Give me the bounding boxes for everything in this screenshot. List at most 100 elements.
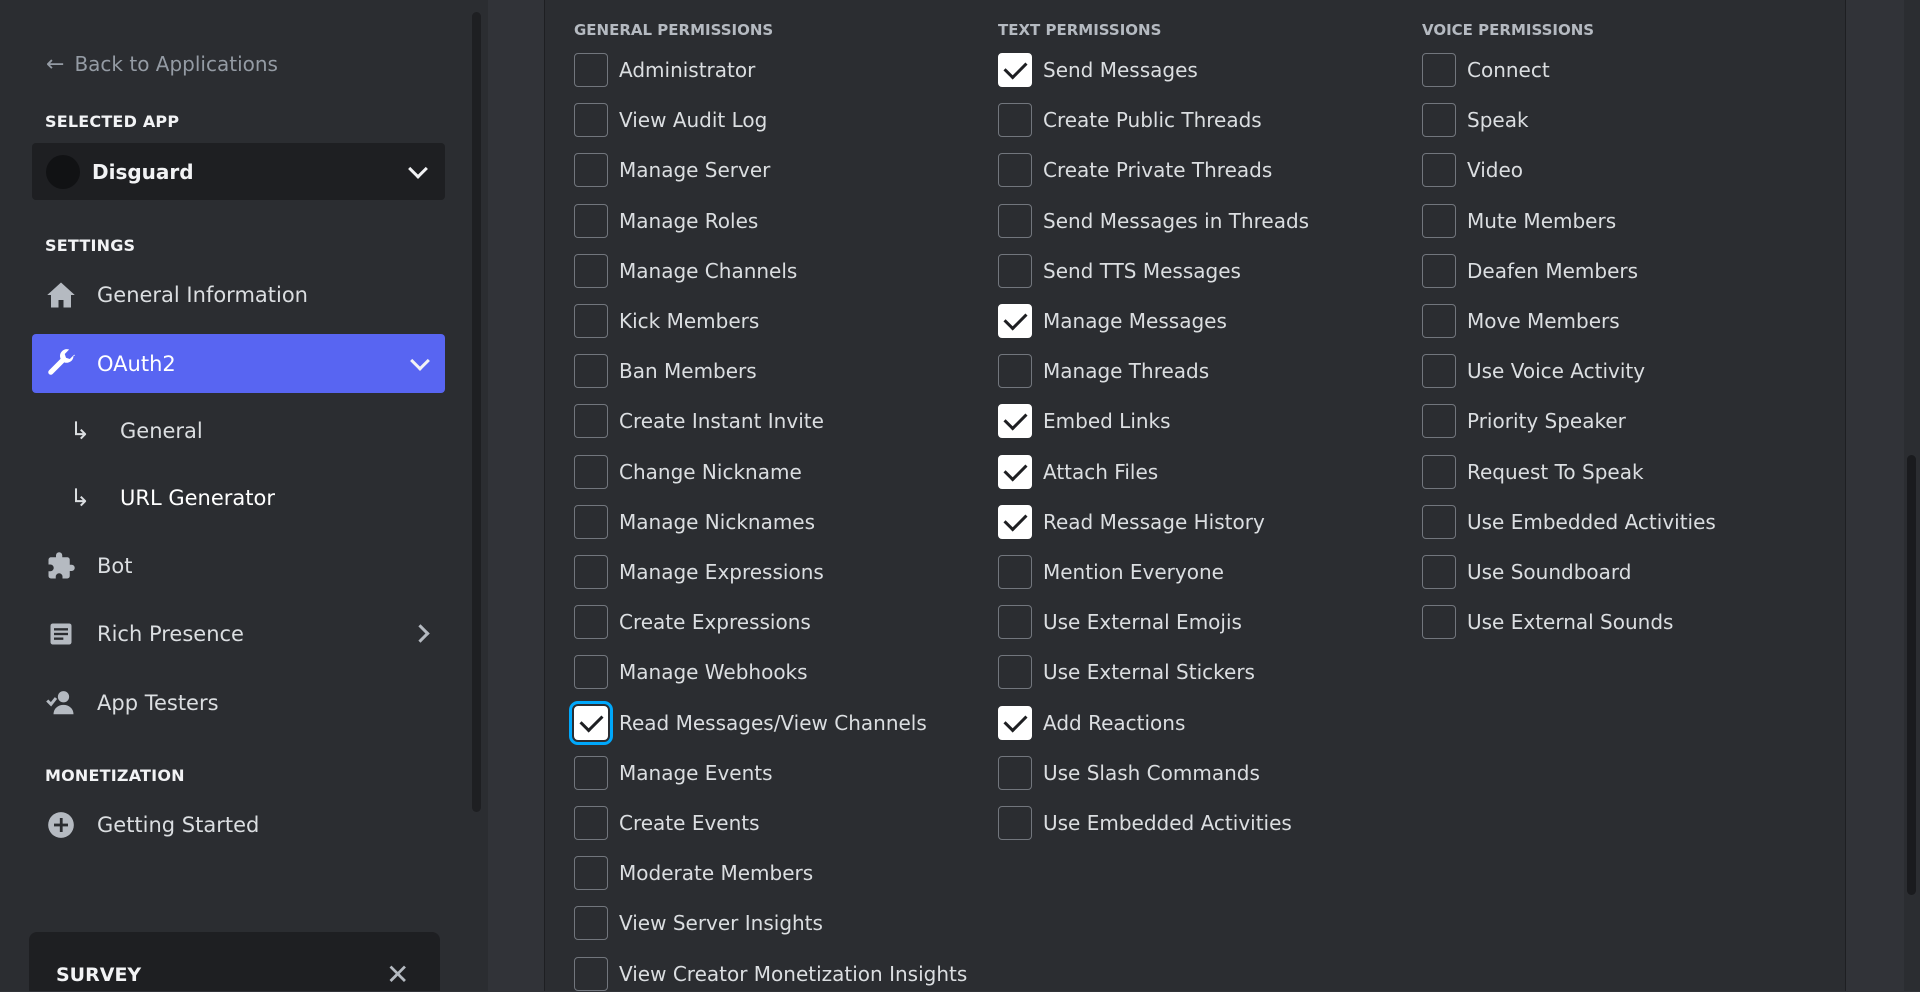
permission-row[interactable]: Embed Links — [998, 403, 1171, 439]
permission-row[interactable]: Add Reactions — [998, 705, 1185, 741]
permission-checkbox[interactable] — [998, 53, 1032, 87]
permission-checkbox[interactable] — [574, 253, 608, 288]
permission-checkbox[interactable] — [574, 153, 608, 188]
permission-checkbox[interactable] — [1422, 555, 1456, 589]
app-selector-dropdown[interactable]: Disguard — [32, 143, 445, 200]
permission-checkbox[interactable] — [574, 755, 608, 790]
nav-item-oauth2[interactable]: OAuth2 — [32, 334, 445, 393]
permission-row[interactable]: Deafen Members — [1422, 253, 1638, 289]
permission-checkbox[interactable] — [998, 555, 1032, 589]
permission-row[interactable]: Mention Everyone — [998, 554, 1224, 590]
permission-row[interactable]: Priority Speaker — [1422, 403, 1626, 439]
permission-row[interactable]: Use External Sounds — [1422, 604, 1673, 640]
permission-row[interactable]: Send TTS Messages — [998, 253, 1241, 289]
permission-checkbox[interactable] — [574, 53, 608, 87]
permission-checkbox[interactable] — [574, 203, 608, 238]
sidebar-scrollbar[interactable] — [472, 12, 481, 812]
permission-row[interactable]: Manage Threads — [998, 353, 1209, 389]
permission-row[interactable]: Manage Roles — [574, 203, 758, 239]
permission-checkbox[interactable] — [574, 605, 608, 640]
permission-row[interactable]: Read Message History — [998, 504, 1265, 540]
permission-checkbox[interactable] — [998, 655, 1032, 690]
permission-checkbox[interactable] — [574, 555, 608, 589]
main-scrollbar-thumb[interactable] — [1907, 455, 1916, 895]
permission-row[interactable]: View Server Insights — [574, 905, 823, 941]
permission-checkbox[interactable] — [998, 153, 1032, 188]
permission-row[interactable]: Video — [1422, 152, 1523, 188]
permission-row[interactable]: Create Private Threads — [998, 152, 1272, 188]
permission-row[interactable]: Administrator — [574, 52, 755, 88]
permission-row[interactable]: Manage Webhooks — [574, 654, 808, 690]
permission-checkbox[interactable] — [1422, 354, 1456, 389]
permission-row[interactable]: Send Messages in Threads — [998, 203, 1309, 239]
permission-row[interactable]: Use Soundboard — [1422, 554, 1631, 590]
permission-checkbox[interactable] — [1422, 203, 1456, 238]
permission-row[interactable]: Use External Emojis — [998, 604, 1242, 640]
permission-checkbox[interactable] — [1422, 454, 1456, 489]
permission-checkbox[interactable] — [574, 956, 608, 991]
permission-row[interactable]: View Audit Log — [574, 102, 767, 138]
permission-checkbox[interactable] — [574, 655, 608, 690]
permission-checkbox[interactable] — [574, 354, 608, 389]
permission-row[interactable]: Request To Speak — [1422, 454, 1644, 490]
permission-row[interactable]: Kick Members — [574, 303, 759, 339]
permission-checkbox[interactable] — [574, 304, 608, 338]
permission-row[interactable]: Create Public Threads — [998, 102, 1262, 138]
permission-row[interactable]: Send Messages — [998, 52, 1198, 88]
permission-checkbox[interactable] — [998, 304, 1032, 338]
permission-row[interactable]: Manage Nicknames — [574, 504, 815, 540]
permission-checkbox[interactable] — [998, 454, 1032, 489]
permission-checkbox[interactable] — [574, 806, 608, 840]
permission-checkbox[interactable] — [998, 755, 1032, 790]
close-icon[interactable]: ✕ — [386, 958, 409, 991]
nav-item-general-information[interactable]: General Information — [32, 265, 445, 324]
permission-checkbox[interactable] — [998, 354, 1032, 389]
permission-row[interactable]: Manage Expressions — [574, 554, 824, 590]
permission-row[interactable]: Move Members — [1422, 303, 1620, 339]
nav-subitem-url-generator[interactable]: ↳ URL Generator — [70, 478, 275, 518]
permission-checkbox[interactable] — [1422, 605, 1456, 640]
permission-row[interactable]: Manage Messages — [998, 303, 1227, 339]
permission-row[interactable]: Create Expressions — [574, 604, 811, 640]
permission-checkbox[interactable] — [569, 700, 613, 745]
nav-item-app-testers[interactable]: App Testers — [32, 673, 445, 732]
permission-row[interactable]: Use External Stickers — [998, 654, 1255, 690]
permission-row[interactable]: Use Voice Activity — [1422, 353, 1645, 389]
permission-checkbox[interactable] — [998, 605, 1032, 640]
permission-row[interactable]: Use Slash Commands — [998, 755, 1260, 791]
permission-row[interactable]: Ban Members — [574, 353, 757, 389]
permission-checkbox[interactable] — [998, 705, 1032, 740]
permission-checkbox[interactable] — [1422, 253, 1456, 288]
permission-checkbox[interactable] — [998, 806, 1032, 840]
permission-row[interactable]: Manage Channels — [574, 253, 797, 289]
permission-row[interactable]: Connect — [1422, 52, 1550, 88]
permission-row[interactable]: Attach Files — [998, 454, 1158, 490]
permission-checkbox[interactable] — [1422, 103, 1456, 138]
permission-checkbox[interactable] — [574, 454, 608, 489]
permission-checkbox[interactable] — [1422, 504, 1456, 539]
permission-checkbox[interactable] — [1422, 153, 1456, 188]
permission-checkbox[interactable] — [574, 404, 608, 439]
permission-row[interactable]: Mute Members — [1422, 203, 1616, 239]
permission-row[interactable]: Read Messages/View Channels — [569, 700, 927, 745]
permission-checkbox[interactable] — [1422, 53, 1456, 87]
permission-row[interactable]: Moderate Members — [574, 855, 813, 891]
permission-row[interactable]: Use Embedded Activities — [998, 805, 1292, 841]
permission-checkbox[interactable] — [1422, 404, 1456, 439]
permission-checkbox[interactable] — [998, 203, 1032, 238]
permission-row[interactable]: Speak — [1422, 102, 1529, 138]
permission-row[interactable]: Manage Server — [574, 152, 770, 188]
permission-checkbox[interactable] — [998, 404, 1032, 439]
nav-subitem-oauth2-general[interactable]: ↳ General — [70, 411, 203, 451]
permission-row[interactable]: Use Embedded Activities — [1422, 504, 1716, 540]
nav-item-getting-started[interactable]: Getting Started — [32, 795, 445, 854]
permission-row[interactable]: Create Events — [574, 805, 760, 841]
permission-row[interactable]: Manage Events — [574, 755, 773, 791]
permission-row[interactable]: Change Nickname — [574, 454, 802, 490]
permission-checkbox[interactable] — [574, 906, 608, 941]
permission-checkbox[interactable] — [998, 103, 1032, 138]
permission-checkbox[interactable] — [998, 504, 1032, 539]
permission-row[interactable]: View Creator Monetization Insights — [574, 956, 967, 992]
permission-checkbox[interactable] — [574, 856, 608, 891]
permission-checkbox[interactable] — [574, 103, 608, 138]
